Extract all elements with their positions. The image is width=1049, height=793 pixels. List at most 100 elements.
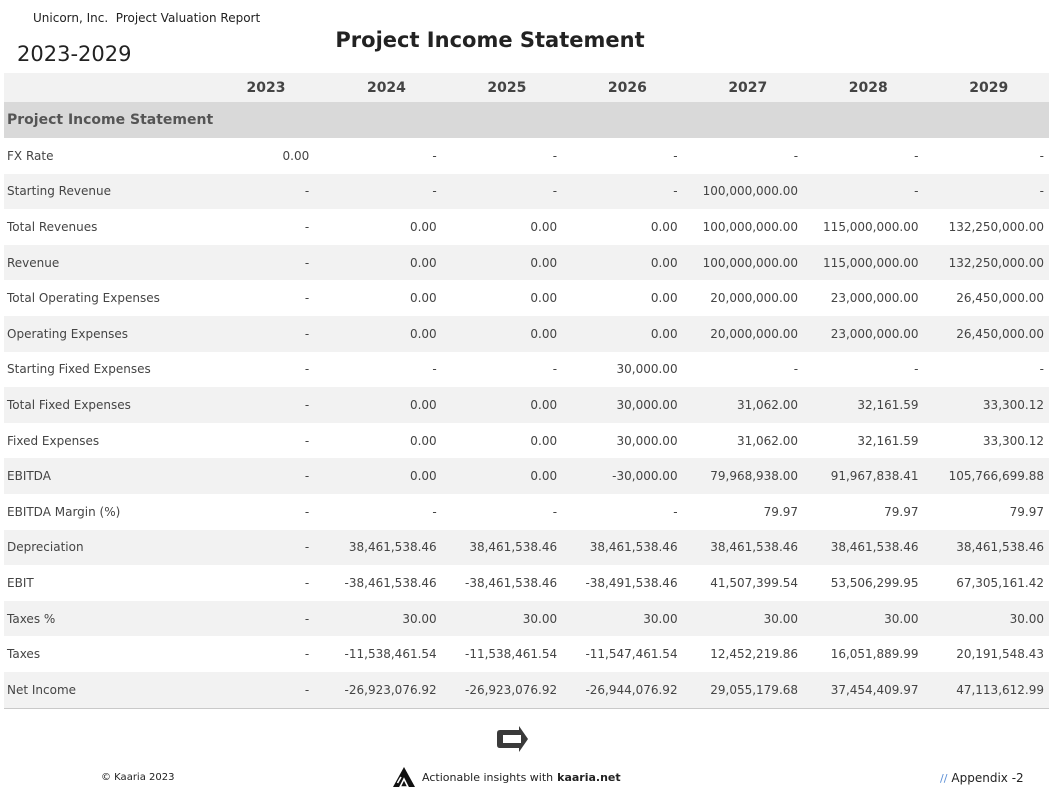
table-cell: 0.00 bbox=[446, 422, 568, 459]
table-cell: 100,000,000.00 bbox=[687, 244, 809, 281]
table-cell: 38,461,538.46 bbox=[326, 529, 447, 566]
row-label: Taxes % bbox=[4, 600, 206, 637]
row-label: Total Fixed Expenses bbox=[4, 387, 206, 423]
table-cell: -30,000.00 bbox=[567, 458, 688, 494]
row-label: Starting Fixed Expenses bbox=[4, 351, 206, 388]
table-cell: 0.00 bbox=[326, 209, 447, 245]
table-cell: 41,507,399.54 bbox=[687, 565, 809, 601]
page-title: Project Income Statement bbox=[335, 28, 645, 52]
table-row: Total Revenues -0.00 0.00 0.00 100,000,000.0… bbox=[4, 209, 1049, 245]
table-cell: 30,000.00 bbox=[567, 351, 688, 388]
row-label: Net Income bbox=[4, 671, 206, 709]
row-label: Starting Revenue bbox=[4, 173, 206, 210]
table-cell: - bbox=[205, 244, 327, 281]
table-cell: - bbox=[326, 138, 447, 174]
table-cell: 100,000,000.00 bbox=[687, 209, 809, 245]
table-cell: - bbox=[205, 315, 327, 352]
table-row: Depreciation -38,461,538.46 38,461,538.46 3… bbox=[4, 529, 1049, 566]
table-cell: 53,506,299.95 bbox=[808, 565, 929, 601]
table-cell: - bbox=[205, 173, 327, 210]
table-row: Fixed Expenses -0.00 0.00 30,000.00 31,062.0… bbox=[4, 422, 1049, 459]
table-cell: 32,161.59 bbox=[808, 422, 929, 459]
table-cell: 47,113,612.99 bbox=[928, 671, 1049, 709]
table-cell: - bbox=[928, 138, 1049, 174]
row-label: EBIT bbox=[4, 565, 206, 601]
table-cell: - bbox=[446, 351, 568, 388]
table-cell: 30.00 bbox=[808, 600, 929, 637]
table-cell: - bbox=[205, 351, 327, 388]
table-cell: -26,923,076.92 bbox=[326, 671, 447, 709]
copyright-text: © Kaaria 2023 bbox=[101, 772, 175, 783]
table-cell: 30.00 bbox=[567, 600, 688, 637]
arrow-logo-icon bbox=[497, 726, 528, 752]
appendix-slashes: // bbox=[940, 772, 948, 785]
table-cell: 79,968,938.00 bbox=[687, 458, 809, 494]
table-cell: 0.00 bbox=[205, 138, 327, 174]
row-label: Operating Expenses bbox=[4, 315, 206, 352]
table-cell: 20,000,000.00 bbox=[687, 315, 809, 352]
table-cell: 132,250,000.00 bbox=[928, 244, 1049, 281]
table-cell: -38,491,538.46 bbox=[567, 565, 688, 601]
table-cell: - bbox=[205, 280, 327, 316]
table-cell: 0.00 bbox=[567, 209, 688, 245]
table-row: EBITDA Margin (%) - - - -79.97 79.97 79.97 bbox=[4, 493, 1049, 530]
kaaria-logo-icon bbox=[393, 767, 415, 788]
table-cell: 30.00 bbox=[326, 600, 447, 637]
table-cell: - bbox=[326, 493, 447, 530]
table-cell: 16,051,889.99 bbox=[808, 636, 929, 672]
table-cell: 0.00 bbox=[446, 209, 568, 245]
table-cell: - bbox=[446, 173, 568, 210]
table-cell: - bbox=[205, 636, 327, 672]
column-header: 2029 bbox=[928, 73, 1049, 102]
table-cell: 30,000.00 bbox=[567, 422, 688, 459]
table-cell: - bbox=[567, 173, 688, 210]
table-cell: 0.00 bbox=[567, 244, 688, 281]
report-name: Unicorn, Inc. Project Valuation Report bbox=[33, 11, 261, 25]
row-label: Total Revenues bbox=[4, 209, 206, 245]
table-cell: - bbox=[205, 529, 327, 566]
table-cell: - bbox=[205, 458, 327, 494]
table-cell: 0.00 bbox=[326, 387, 447, 423]
row-label: EBITDA Margin (%) bbox=[4, 493, 206, 530]
table-cell: -11,538,461.54 bbox=[326, 636, 447, 672]
table-cell: 38,461,538.46 bbox=[446, 529, 568, 566]
section-title: Project Income Statement bbox=[4, 102, 1049, 138]
table-cell: - bbox=[205, 387, 327, 423]
table-cell: - bbox=[808, 138, 929, 174]
table-row: Taxes % -30.00 30.00 30.00 30.00 30.00 30.00 bbox=[4, 600, 1049, 637]
tagline-text: Actionable insights with bbox=[422, 770, 554, 784]
table-cell: - bbox=[687, 138, 809, 174]
column-header: 2026 bbox=[567, 73, 688, 102]
row-label: Total Operating Expenses bbox=[4, 280, 206, 316]
table-cell: 12,452,219.86 bbox=[687, 636, 809, 672]
brand-link[interactable]: kaaria.net bbox=[557, 771, 621, 784]
section-row: Project Income Statement bbox=[4, 102, 1049, 138]
table-cell: - bbox=[928, 173, 1049, 210]
table-cell: 0.00 bbox=[326, 458, 447, 494]
table-cell: - bbox=[205, 422, 327, 459]
table-row: Taxes - -11,538,461.54 -11,538,461.54 -11,54… bbox=[4, 636, 1049, 672]
table-cell: 0.00 bbox=[446, 280, 568, 316]
table-cell: 115,000,000.00 bbox=[808, 244, 929, 281]
table-cell: 100,000,000.00 bbox=[687, 173, 809, 210]
row-label: Depreciation bbox=[4, 529, 206, 566]
table-cell: 0.00 bbox=[326, 422, 447, 459]
row-label: FX Rate bbox=[4, 138, 206, 174]
table-cell: 23,000,000.00 bbox=[808, 280, 929, 316]
table-cell: 79.97 bbox=[928, 493, 1049, 530]
table-cell: 91,967,838.41 bbox=[808, 458, 929, 494]
table-cell: - bbox=[205, 209, 327, 245]
table-cell: - bbox=[567, 138, 688, 174]
column-header: 2024 bbox=[326, 73, 447, 102]
table-cell: 30.00 bbox=[446, 600, 568, 637]
column-header: 2023 bbox=[205, 73, 327, 102]
table-row: Total Fixed Expenses -0.00 0.00 30,000.00 31… bbox=[4, 387, 1049, 423]
table-cell: - bbox=[326, 173, 447, 210]
table-cell: - bbox=[567, 493, 688, 530]
row-label: Taxes bbox=[4, 636, 206, 672]
table-cell: 30.00 bbox=[687, 600, 809, 637]
table-row: Starting Revenue - - - -100,000,000.00- - bbox=[4, 173, 1049, 210]
table-row: Total Operating Expenses -0.00 0.00 0.00 20,… bbox=[4, 280, 1049, 316]
table-cell: - bbox=[808, 173, 929, 210]
table-row: Net Income - -26,923,076.92 -26,923,076.92-… bbox=[4, 671, 1049, 709]
